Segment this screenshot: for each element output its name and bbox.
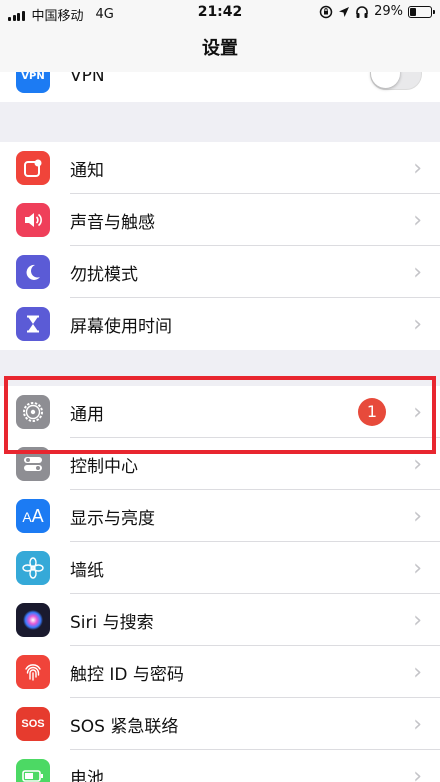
settings-row-sounds[interactable]: 声音与触感 › [0, 194, 440, 246]
settings-row-do-not-disturb[interactable]: 勿扰模式 › [0, 246, 440, 298]
notifications-icon [16, 151, 50, 185]
siri-icon [16, 603, 50, 637]
battery-icon [16, 759, 50, 782]
sound-icon [16, 203, 50, 237]
text-size-icon: AA [16, 499, 50, 533]
settings-row-sos[interactable]: SOS SOS 紧急联络 › [0, 698, 440, 750]
settings-row-label: 显示与亮度 [70, 508, 155, 529]
settings-row-label: 勿扰模式 [70, 264, 138, 285]
battery-percent: 29% [374, 4, 403, 19]
settings-group-1: 通知 › 声音与触感 › 勿扰模式 › 屏幕使用时间 › [0, 142, 440, 350]
page-title: 设置 [202, 38, 238, 59]
settings-row-label: 声音与触感 [70, 212, 155, 233]
chevron-right-icon: › [413, 207, 422, 233]
settings-row-label: 屏幕使用时间 [70, 316, 172, 337]
settings-row-label: 触控 ID 与密码 [70, 664, 184, 685]
settings-row-label: 墙纸 [70, 560, 104, 581]
headphones-icon [356, 5, 368, 18]
settings-row-vpn[interactable]: VPN VPN [0, 72, 440, 102]
rotation-lock-icon [319, 5, 333, 18]
chevron-right-icon: › [413, 155, 422, 181]
hourglass-icon [16, 307, 50, 341]
highlight-annotation [4, 376, 436, 454]
vpn-icon: VPN [16, 72, 50, 93]
settings-row-label: SOS 紧急联络 [70, 716, 179, 737]
vpn-toggle[interactable] [370, 72, 422, 90]
toggle-knob[interactable] [371, 72, 400, 88]
status-bar: 中国移动 4G 21:42 29% [0, 0, 440, 26]
settings-row-screen-time[interactable]: 屏幕使用时间 › [0, 298, 440, 350]
fingerprint-icon [16, 655, 50, 689]
settings-row-label: 通知 [70, 160, 104, 181]
settings-row-label: 电池 [70, 768, 104, 782]
settings-row-battery[interactable]: 电池 › [0, 750, 440, 782]
chevron-right-icon: › [413, 259, 422, 285]
chevron-right-icon: › [413, 503, 422, 529]
settings-row-notifications[interactable]: 通知 › [0, 142, 440, 194]
vpn-group: VPN VPN [0, 72, 440, 102]
status-right: 29% [319, 4, 435, 19]
chevron-right-icon: › [413, 311, 422, 337]
chevron-right-icon: › [413, 763, 422, 782]
battery-icon [408, 5, 435, 18]
settings-row-touch-id[interactable]: 触控 ID 与密码 › [0, 646, 440, 698]
chevron-right-icon: › [413, 659, 422, 685]
nav-bar: 设置 [0, 26, 440, 72]
flower-icon [16, 551, 50, 585]
chevron-right-icon: › [413, 451, 422, 477]
chevron-right-icon: › [413, 607, 422, 633]
settings-row-label: VPN [70, 72, 105, 86]
moon-icon [16, 255, 50, 289]
settings-row-display[interactable]: AA 显示与亮度 › [0, 490, 440, 542]
settings-row-label: Siri 与搜索 [70, 612, 154, 633]
settings-row-siri[interactable]: Siri 与搜索 › [0, 594, 440, 646]
chevron-right-icon: › [413, 555, 422, 581]
settings-row-wallpaper[interactable]: 墙纸 › [0, 542, 440, 594]
settings-row-label: 控制中心 [70, 456, 138, 477]
location-icon [339, 6, 350, 17]
sos-icon: SOS [16, 707, 50, 741]
chevron-right-icon: › [413, 711, 422, 737]
